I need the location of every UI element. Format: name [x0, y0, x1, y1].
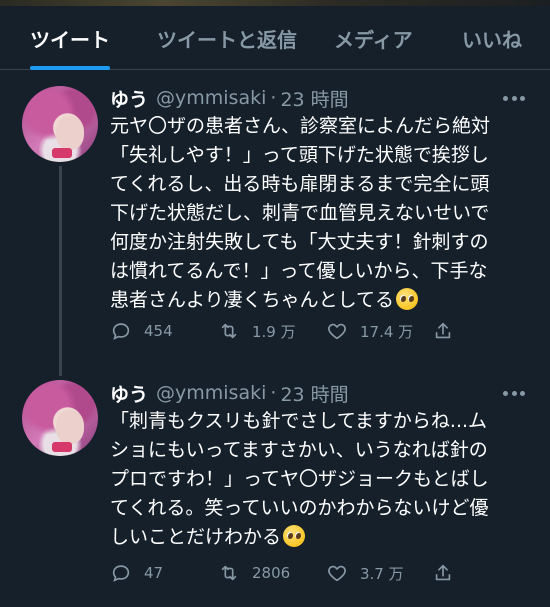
avatar[interactable]	[22, 380, 98, 456]
retweet-icon	[221, 323, 237, 339]
tweet-text-line: てくれるし、出る時も扉閉まるまで完全に頭	[110, 173, 490, 195]
tweet-actions: 454 1.9 万 17.4 万	[110, 316, 540, 346]
avatar-face	[56, 116, 84, 150]
user-handle[interactable]: @ymmisaki	[156, 87, 266, 109]
like-button[interactable]: 17.4 万	[326, 316, 413, 346]
profile-tabs: ツイート ツイートと返信 メディア いいね	[0, 6, 550, 70]
tweet-text-line: 患者さんより凄くちゃんとしてる	[110, 289, 395, 311]
tweet-text-line: 元ヤ〇ザの患者さん、診察室によんだら絶対	[110, 115, 491, 137]
tweet-actions: 47 2806 3.7 万	[110, 558, 540, 588]
share-button[interactable]	[432, 316, 466, 346]
reply-button[interactable]: 454	[110, 316, 173, 346]
more-options-icon[interactable]	[503, 390, 525, 396]
tweet-text-line: は慣れてるんで！」って優しいから、下手な	[110, 260, 488, 282]
reply-icon	[112, 565, 130, 582]
tweet-header: ゆう @ymmisaki · 23 時間	[110, 84, 349, 112]
reply-button[interactable]: 47	[110, 558, 163, 588]
header-separator: ·	[270, 87, 277, 109]
retweet-count: 1.9 万	[252, 322, 296, 341]
tweet-text: 元ヤ〇ザの患者さん、診察室によんだら絶対 「失礼しやす！」って頭下げた状態で挨拶…	[110, 112, 540, 315]
heart-icon	[328, 565, 346, 582]
header-separator: ·	[270, 382, 277, 404]
avatar-bow	[52, 442, 72, 452]
like-button[interactable]: 3.7 万	[326, 558, 404, 588]
more-options-icon[interactable]	[503, 95, 525, 101]
avatar-bow	[52, 148, 72, 158]
tweet-timestamp[interactable]: 23 時間	[280, 85, 348, 112]
user-handle[interactable]: @ymmisaki	[156, 382, 266, 404]
reply-count: 47	[144, 564, 164, 582]
tweet-text-line: ショにもいってますさかい、いうなれば針の	[110, 439, 488, 461]
reply-icon	[112, 323, 130, 340]
tweet-timestamp[interactable]: 23 時間	[280, 380, 348, 407]
retweet-count: 2806	[252, 564, 291, 582]
tweet-header: ゆう @ymmisaki · 23 時間	[110, 379, 349, 407]
thread-connector-line	[59, 166, 62, 376]
like-count: 3.7 万	[360, 564, 404, 583]
active-tab-indicator	[30, 66, 110, 70]
tweet-text: 「刺青もクスリも針でさしてますからね...ム ショにもいってますさかい、いうなれ…	[110, 407, 540, 552]
heart-icon	[328, 323, 346, 340]
retweet-icon	[221, 565, 237, 581]
avatar-face	[56, 410, 84, 444]
tweet-text-line: プロですわ！」ってヤ〇ザジョークもとばし	[110, 468, 489, 490]
like-count: 17.4 万	[360, 322, 414, 341]
share-icon	[435, 322, 451, 339]
tweet-text-line: てくれる。笑っていいのかわからないけど優	[110, 497, 489, 519]
pleading-face-emoji-icon	[396, 288, 419, 310]
avatar[interactable]	[22, 86, 98, 162]
retweet-button[interactable]: 2806	[218, 558, 290, 588]
tweet-text-line: 「刺青もクスリも針でさしてますからね...ム	[110, 410, 488, 432]
share-icon	[435, 564, 451, 581]
pleading-face-emoji-icon	[283, 525, 306, 547]
tweet-text-last-line: しいことだけわかる	[110, 523, 540, 552]
retweet-button[interactable]: 1.9 万	[218, 316, 296, 346]
display-name[interactable]: ゆう	[110, 85, 148, 112]
share-button[interactable]	[432, 558, 466, 588]
tweet-text-line: しいことだけわかる	[110, 526, 282, 548]
tweet-text-line: 「失礼しやす！」って頭下げた状態で挨拶し	[110, 144, 489, 166]
tab-media[interactable]: メディア	[334, 6, 413, 70]
display-name[interactable]: ゆう	[110, 380, 148, 407]
tweet-text-last-line: 患者さんより凄くちゃんとしてる	[110, 286, 540, 315]
tweet-text-line: 何度か注射失敗しても「大丈夫す！針刺すの	[110, 231, 489, 253]
tweet-text-line: 下げた状態だし、刺青で血管見えないせいで	[110, 202, 490, 224]
tab-tweets[interactable]: ツイート	[30, 6, 110, 70]
tab-likes[interactable]: いいね	[462, 6, 522, 70]
tab-tweets-and-replies[interactable]: ツイートと返信	[157, 6, 297, 70]
reply-count: 454	[144, 322, 173, 340]
